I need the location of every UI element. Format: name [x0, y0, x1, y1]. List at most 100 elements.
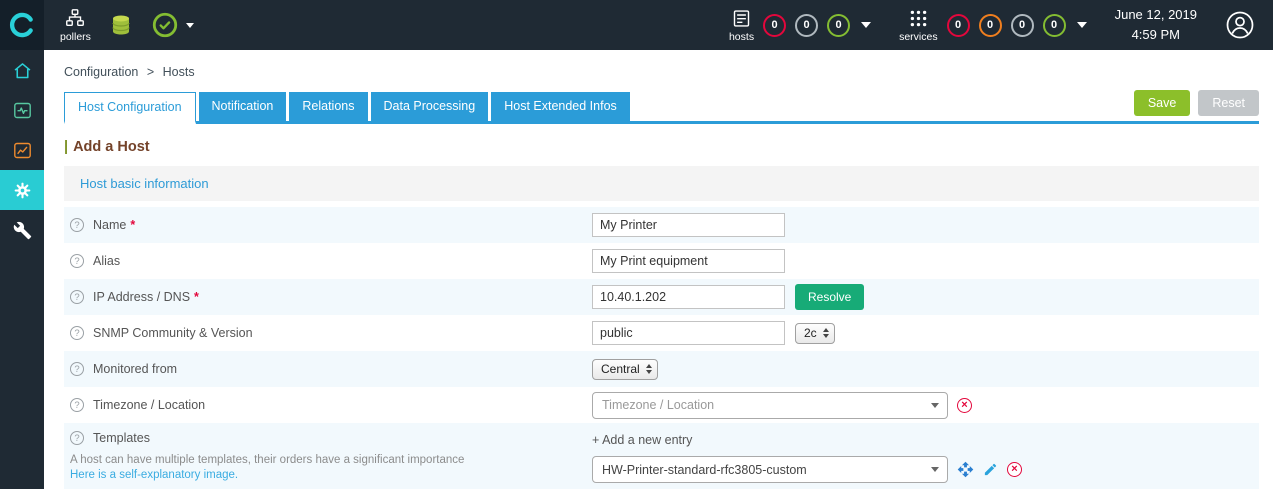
hosts-up-badge[interactable]: 0: [827, 13, 851, 37]
topbar-left-group: pollers: [60, 7, 194, 43]
hosts-icon: [733, 9, 750, 27]
row-label-cell: ? Name *: [64, 218, 592, 232]
chevron-down-icon[interactable]: [1076, 22, 1087, 28]
host-form: Host basic information ? Name * ? Alias: [64, 166, 1259, 489]
row-field-cell: Timezone / Location ×: [592, 391, 1259, 419]
services-critical-count: 0: [955, 19, 962, 31]
services-menu[interactable]: services: [899, 8, 938, 43]
topbar: pollers hosts 0 0 0 services 0 0 0 0 Jun…: [0, 0, 1273, 50]
reporting-chart-icon: [13, 142, 31, 158]
breadcrumb-hosts[interactable]: Hosts: [163, 65, 195, 79]
gear-icon: [14, 182, 30, 198]
ip-address-label: IP Address / DNS: [93, 290, 191, 304]
sidebar-item-administration[interactable]: [0, 210, 44, 250]
snmp-version-select[interactable]: 2c: [795, 322, 835, 344]
dropdown-arrow-icon: [923, 457, 947, 482]
hosts-counter-group: hosts 0 0 0: [729, 8, 872, 43]
help-icon[interactable]: ?: [70, 398, 84, 412]
template-select[interactable]: HW-Printer-standard-rfc3805-custom: [592, 456, 948, 483]
hosts-down-count: 0: [771, 19, 778, 31]
sidebar-item-reporting[interactable]: [0, 130, 44, 170]
hosts-unreachable-badge[interactable]: 0: [795, 13, 819, 37]
timezone-select[interactable]: Timezone / Location: [592, 391, 948, 419]
help-icon[interactable]: ?: [70, 290, 84, 304]
reset-button[interactable]: Reset: [1198, 90, 1259, 116]
services-warning-badge[interactable]: 0: [978, 13, 1002, 37]
resolve-button[interactable]: Resolve: [795, 284, 865, 310]
pollers-menu[interactable]: pollers: [60, 7, 91, 43]
hosts-unreachable-count: 0: [803, 19, 810, 31]
services-unknown-badge[interactable]: 0: [1010, 13, 1034, 37]
template-move-button[interactable]: [957, 461, 974, 478]
page-title: | Add a Host: [64, 139, 1273, 155]
save-button[interactable]: Save: [1133, 90, 1191, 116]
template-remove-icon[interactable]: ×: [1007, 462, 1022, 477]
hosts-down-badge[interactable]: 0: [763, 13, 787, 37]
tab-data-processing[interactable]: Data Processing: [370, 92, 489, 121]
user-profile-button[interactable]: [1225, 10, 1255, 40]
help-icon[interactable]: ?: [70, 362, 84, 376]
templates-help-text: A host can have multiple templates, thei…: [70, 454, 465, 466]
clock: June 12, 2019 4:59 PM: [1115, 5, 1197, 45]
row-label-cell: ? IP Address / DNS *: [64, 290, 592, 304]
wrench-icon: [13, 221, 31, 239]
form-row-snmp: ? SNMP Community & Version 2c: [64, 315, 1259, 351]
tab-relations[interactable]: Relations: [289, 92, 368, 121]
template-edit-button[interactable]: [983, 462, 998, 477]
monitored-from-select[interactable]: Central: [592, 358, 658, 380]
form-row-alias: ? Alias: [64, 243, 1259, 279]
tab-notification[interactable]: Notification: [198, 92, 287, 121]
services-icon: [910, 10, 927, 26]
tabs-bar: Host Configuration Notification Relation…: [64, 90, 1259, 124]
form-row-ip-address: ? IP Address / DNS * Resolve: [64, 279, 1259, 315]
services-critical-badge[interactable]: 0: [946, 13, 970, 37]
services-ok-badge[interactable]: 0: [1042, 13, 1066, 37]
chevron-down-icon: [185, 22, 194, 28]
help-icon[interactable]: ?: [70, 431, 84, 445]
row-field-cell: 2c: [592, 321, 1259, 345]
select-stepper-icon: [822, 328, 829, 338]
database-icon: [112, 15, 130, 35]
name-input[interactable]: [592, 213, 785, 237]
services-label: services: [899, 30, 938, 43]
add-template-button[interactable]: + Add a new entry: [592, 431, 692, 447]
select-stepper-icon: [645, 364, 652, 374]
dropdown-arrow-icon: [923, 393, 947, 418]
breadcrumb-configuration[interactable]: Configuration: [64, 65, 138, 79]
chevron-down-icon[interactable]: [861, 22, 872, 28]
help-icon[interactable]: ?: [70, 326, 84, 340]
hosts-label: hosts: [728, 30, 755, 43]
sidebar-item-home[interactable]: [0, 50, 44, 90]
database-status[interactable]: [109, 13, 133, 37]
platform-status-menu[interactable]: [151, 11, 194, 39]
timezone-clear-icon[interactable]: ×: [957, 397, 972, 413]
row-label-cell: ? Templates A host can have multiple tem…: [64, 431, 592, 481]
template-entry: HW-Printer-standard-rfc3805-custom ×: [592, 456, 1259, 483]
form-actions: Save Reset: [1133, 90, 1259, 116]
form-row-timezone: ? Timezone / Location Timezone / Locatio…: [64, 387, 1259, 423]
row-label-cell: ? Alias: [64, 254, 592, 268]
row-field-cell: [592, 213, 1259, 237]
snmp-community-input[interactable]: [592, 321, 785, 345]
services-ok-count: 0: [1051, 19, 1058, 31]
hosts-menu[interactable]: hosts: [729, 8, 754, 43]
sidebar-item-configuration[interactable]: [0, 170, 44, 210]
row-label-cell: ? Timezone / Location: [64, 398, 592, 412]
app-window: pollers hosts 0 0 0 services 0 0 0 0 Jun…: [0, 0, 1273, 489]
pencil-icon: [984, 463, 997, 476]
help-icon[interactable]: ?: [70, 254, 84, 268]
alias-input[interactable]: [592, 249, 785, 273]
tab-host-extended-infos[interactable]: Host Extended Infos: [491, 92, 630, 121]
title-pipe: |: [64, 139, 69, 155]
monitored-from-value: Central: [601, 362, 640, 376]
centreon-logo[interactable]: [0, 0, 44, 50]
name-label: Name: [93, 218, 127, 232]
services-warning-count: 0: [987, 19, 994, 31]
services-unknown-count: 0: [1019, 19, 1026, 31]
ip-address-input[interactable]: [592, 285, 785, 309]
sidebar-item-monitoring[interactable]: [0, 90, 44, 130]
row-field-cell: [592, 249, 1259, 273]
help-icon[interactable]: ?: [70, 218, 84, 232]
tab-host-configuration[interactable]: Host Configuration: [64, 92, 196, 124]
templates-help-link[interactable]: Here is a self-explanatory image.: [70, 469, 592, 481]
